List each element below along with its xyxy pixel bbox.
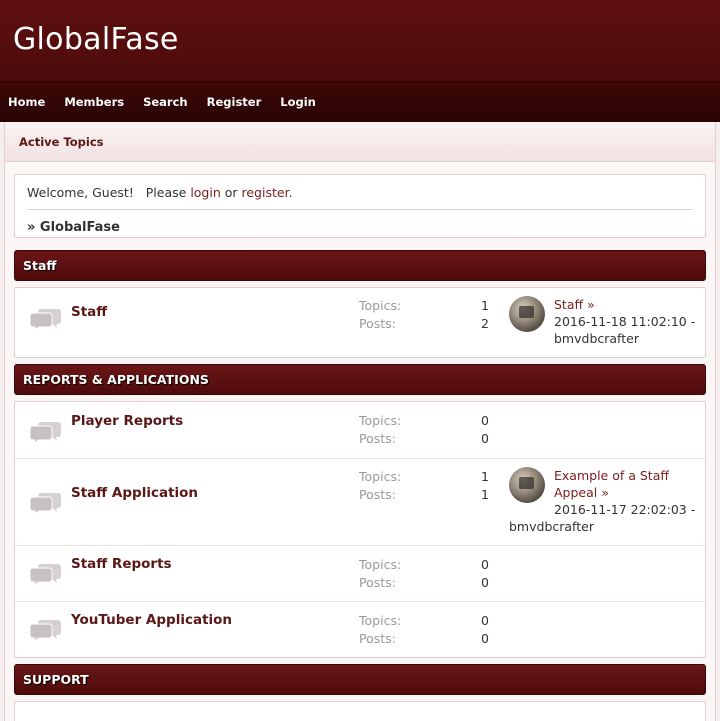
nav-register[interactable]: Register bbox=[207, 95, 262, 109]
speech-bubbles-icon bbox=[30, 493, 61, 514]
site-header: GlobalFase bbox=[0, 0, 720, 82]
board-list-staff: Staff Topics: 1 Posts: 2 Staff » 2016-11-1… bbox=[14, 287, 706, 358]
topics-count: 1 bbox=[481, 298, 489, 313]
posts-label: Posts: bbox=[359, 486, 396, 502]
last-post: Example of a Staff Appeal » 2016-11-17 2… bbox=[509, 467, 699, 535]
register-link[interactable]: register bbox=[242, 185, 289, 200]
board-row: Staff Application Topics: 1 Posts: 1 Examp… bbox=[15, 458, 705, 545]
login-link[interactable]: login bbox=[190, 185, 220, 200]
last-post-link-line1[interactable]: Example of a Staff bbox=[554, 468, 669, 483]
board-stats: Topics: 1 Posts: 1 bbox=[359, 468, 489, 503]
speech-bubbles-icon bbox=[30, 564, 61, 585]
site-title[interactable]: GlobalFase bbox=[13, 22, 179, 57]
posts-count: 1 bbox=[481, 486, 489, 502]
topics-count: 0 bbox=[481, 557, 489, 572]
welcome-or: or bbox=[220, 185, 242, 200]
posts-label: Posts: bbox=[359, 630, 396, 646]
last-post-link[interactable]: Staff » bbox=[554, 297, 595, 312]
topics-count: 0 bbox=[481, 413, 489, 428]
board-link-youtuber-application[interactable]: YouTuber Application bbox=[71, 612, 232, 628]
last-post-date: 2016-11-18 11:02:10 - bbox=[554, 314, 696, 329]
nav-members[interactable]: Members bbox=[64, 95, 124, 109]
category-header-staff[interactable]: Staff bbox=[14, 250, 706, 281]
sub-nav: Active Topics bbox=[5, 122, 715, 162]
topics-label: Topics: bbox=[359, 469, 402, 484]
posts-count: 2 bbox=[481, 315, 489, 331]
posts-label: Posts: bbox=[359, 574, 396, 590]
welcome-box: Welcome, Guest! Please login or register… bbox=[14, 174, 706, 238]
user-avatar[interactable] bbox=[509, 467, 545, 503]
posts-label: Posts: bbox=[359, 430, 396, 446]
posts-count: 0 bbox=[481, 630, 489, 646]
board-stats: Topics: 0 Posts: 0 bbox=[359, 412, 489, 447]
board-stats: Topics: 0 Posts: 0 bbox=[359, 556, 489, 591]
board-stats: Topics: 1 Posts: 2 bbox=[359, 297, 489, 332]
posts-label: Posts: bbox=[359, 315, 396, 331]
board-row: Staff Topics: 1 Posts: 2 Staff » 2016-11-1… bbox=[15, 288, 705, 357]
topics-count: 0 bbox=[481, 613, 489, 628]
last-post-author[interactable]: bmvdbcrafter bbox=[509, 519, 594, 534]
nav-home[interactable]: Home bbox=[8, 95, 45, 109]
active-topics-link[interactable]: Active Topics bbox=[19, 135, 104, 149]
board-row: Player Reports Topics: 0 Posts: 0 bbox=[15, 402, 705, 458]
board-link-staff[interactable]: Staff bbox=[71, 304, 107, 320]
category-header-support[interactable]: SUPPORT bbox=[14, 664, 706, 695]
last-post-date: 2016-11-17 22:02:03 - bbox=[554, 502, 696, 517]
posts-count: 0 bbox=[481, 430, 489, 446]
topics-label: Topics: bbox=[359, 298, 402, 313]
user-avatar[interactable] bbox=[509, 296, 545, 332]
board-link-staff-reports[interactable]: Staff Reports bbox=[71, 556, 172, 572]
welcome-period: . bbox=[288, 185, 293, 200]
main-nav: Home Members Search Register Login bbox=[0, 82, 720, 122]
board-link-staff-application[interactable]: Staff Application bbox=[71, 485, 198, 501]
speech-bubbles-icon bbox=[30, 309, 61, 330]
board-link-player-reports[interactable]: Player Reports bbox=[71, 413, 183, 429]
main-content: Active Topics Welcome, Guest! Please log… bbox=[4, 122, 716, 721]
last-post-link-line2[interactable]: Appeal » bbox=[554, 485, 609, 500]
speech-bubbles-icon bbox=[30, 620, 61, 641]
board-row: YouTuber Application Topics: 0 Posts: 0 bbox=[15, 601, 705, 657]
nav-search[interactable]: Search bbox=[143, 95, 188, 109]
divider bbox=[27, 209, 693, 210]
topics-label: Topics: bbox=[359, 613, 402, 628]
last-post: Staff » 2016-11-18 11:02:10 - bmvdbcraft… bbox=[509, 296, 699, 347]
last-post-author[interactable]: bmvdbcrafter bbox=[554, 331, 639, 346]
speech-bubbles-icon bbox=[30, 422, 61, 443]
topics-label: Topics: bbox=[359, 557, 402, 572]
board-row: Staff Reports Topics: 0 Posts: 0 bbox=[15, 545, 705, 601]
breadcrumb[interactable]: » GlobalFase bbox=[27, 220, 693, 235]
board-stats: Topics: 0 Posts: 0 bbox=[359, 612, 489, 647]
topics-label: Topics: bbox=[359, 413, 402, 428]
nav-login[interactable]: Login bbox=[280, 95, 316, 109]
board-list-reports-applications: Player Reports Topics: 0 Posts: 0 Staff Ap… bbox=[14, 401, 706, 658]
welcome-text: Welcome, Guest! Please login or register… bbox=[27, 185, 693, 200]
topics-count: 1 bbox=[481, 469, 489, 484]
board-list-support bbox=[14, 701, 706, 721]
welcome-greeting: Welcome, Guest! Please bbox=[27, 185, 191, 200]
posts-count: 0 bbox=[481, 574, 489, 590]
category-header-reports-applications[interactable]: REPORTS & APPLICATIONS bbox=[14, 364, 706, 395]
